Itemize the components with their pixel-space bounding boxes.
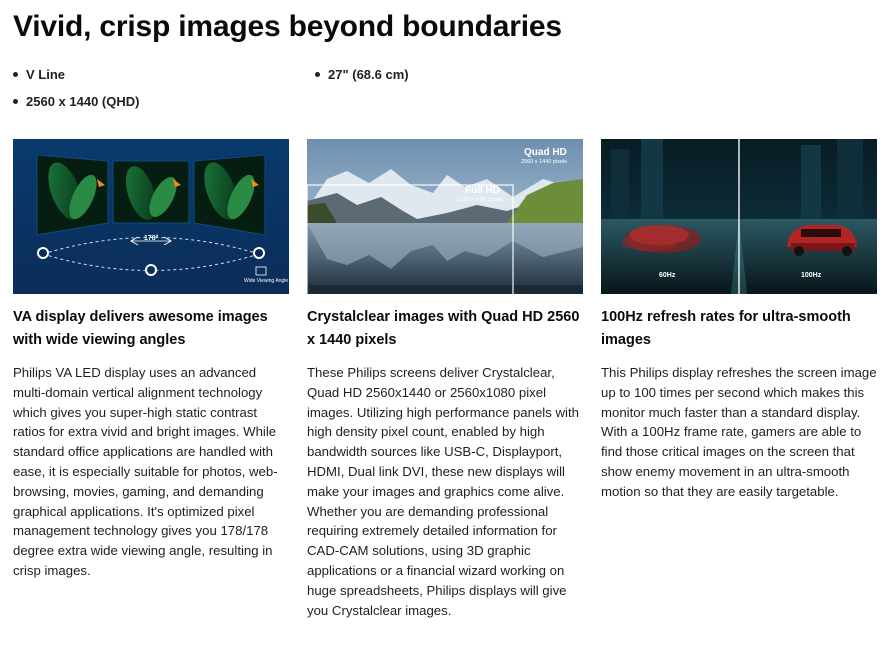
- refresh-rate-comparison-image: 60Hz 100Hz: [601, 139, 877, 294]
- feature-description: These Philips screens deliver Crystalcle…: [307, 365, 579, 618]
- quad-hd-resolution: 2560 x 1440 pixels: [521, 159, 567, 165]
- page-title: Vivid, crisp images beyond boundaries: [13, 10, 562, 43]
- feature-title: Crystalclear images with Quad HD 2560 x …: [307, 309, 580, 348]
- feature-description: Philips VA LED display uses an advanced …: [13, 365, 278, 578]
- 60hz-label: 60Hz: [659, 272, 676, 279]
- full-hd-label: Full HD: [465, 185, 500, 196]
- va-wide-viewing-angle-image: 178° Wide Viewing Angle: [13, 139, 289, 294]
- spec-item-screen-size: 27" (68.6 cm): [315, 64, 409, 86]
- feature-card-va-display: 178° Wide Viewing Angle VA display deliv…: [13, 139, 289, 581]
- feature-card-refresh-rate: 60Hz 100Hz 100Hz refresh rates for ultra…: [601, 139, 877, 502]
- va-illustration: [13, 139, 289, 294]
- spec-label: 27" (68.6 cm): [328, 67, 409, 82]
- feature-description: This Philips display refreshes the scree…: [601, 365, 877, 499]
- spec-label: 2560 x 1440 (QHD): [26, 94, 140, 109]
- quad-hd-landscape-image: Quad HD 2560 x 1440 pixels Full HD 1920 …: [307, 139, 583, 294]
- quad-hd-label: Quad HD: [524, 147, 567, 158]
- full-hd-resolution: 1920 x 1080 pixels: [457, 197, 503, 203]
- bullet-icon: [13, 99, 18, 105]
- bullet-icon: [315, 72, 320, 78]
- spec-item-product-line: V Line: [13, 64, 65, 86]
- feature-title: 100Hz refresh rates for ultra-smooth ima…: [601, 309, 851, 348]
- feature-title: VA display delivers awesome images with …: [13, 309, 268, 348]
- 100hz-label: 100Hz: [801, 272, 822, 279]
- angle-label: 178°: [144, 235, 159, 242]
- feature-card-quad-hd: Quad HD 2560 x 1440 pixels Full HD 1920 …: [307, 139, 583, 620]
- spec-label: V Line: [26, 67, 66, 82]
- spec-item-resolution: 2560 x 1440 (QHD): [13, 91, 139, 113]
- bullet-icon: [13, 72, 18, 78]
- wide-viewing-angle-logo-caption: Wide Viewing Angle: [244, 278, 289, 284]
- racing-car-illustration: [601, 139, 877, 294]
